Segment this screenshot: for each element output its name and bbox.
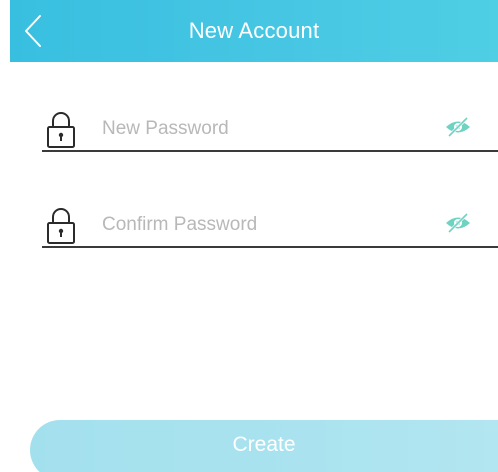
eye-slash-icon [446,212,470,234]
confirm-password-input[interactable] [102,208,432,242]
field-underline [42,246,498,248]
lock-icon [47,112,75,148]
page-title: New Account [188,18,320,43]
lock-icon [47,208,75,244]
new-password-visibility-toggle[interactable] [444,116,472,138]
confirm-password-visibility-toggle[interactable] [444,212,472,234]
new-password-field [42,104,498,156]
header-bar: New Account [10,0,498,62]
eye-slash-icon [446,116,470,138]
create-button[interactable]: Create [30,420,498,472]
field-underline [42,150,498,152]
confirm-password-field [42,200,498,252]
new-password-input[interactable] [102,112,432,146]
new-account-screen: New Account Create [0,0,498,472]
